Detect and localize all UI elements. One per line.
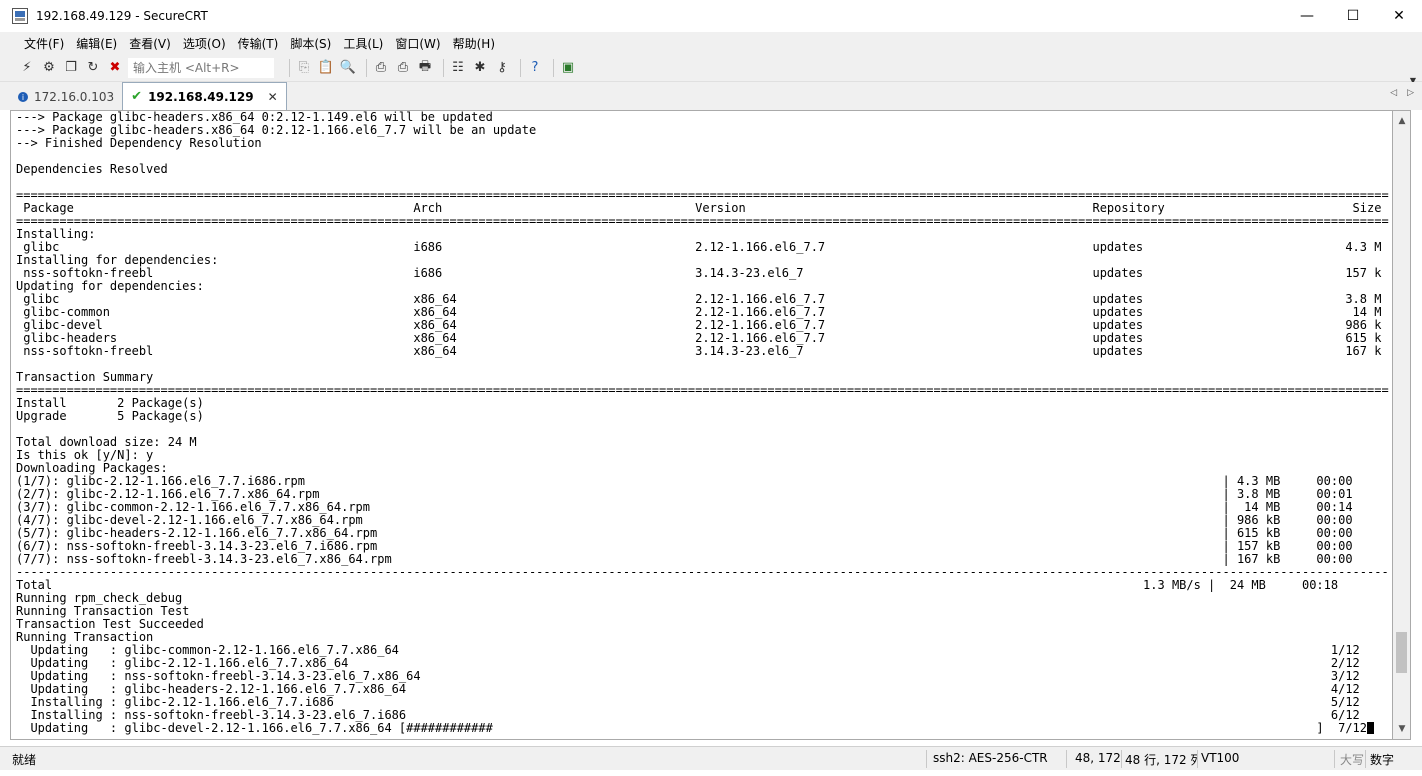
menu-bar: 文件(F) 编辑(E) 查看(V) 选项(O) 传输(T) 脚本(S) 工具(L… xyxy=(0,32,1422,54)
menu-help[interactable]: 帮助(H) xyxy=(447,35,501,52)
toolbar-separator xyxy=(443,58,444,77)
terminal-line: Transaction Test Succeeded xyxy=(16,617,204,631)
status-ready: 就绪 xyxy=(12,753,37,767)
toolbar-separator xyxy=(553,58,554,77)
terminal-line: Dependencies Resolved xyxy=(16,162,168,176)
window-controls: — ☐ ✕ xyxy=(1284,0,1422,32)
terminal-line: --> Finished Dependency Resolution xyxy=(16,136,262,150)
menu-options[interactable]: 选项(O) xyxy=(177,35,232,52)
toolbar-separator xyxy=(289,58,290,77)
window-title: 192.168.49.129 - SecureCRT xyxy=(36,9,208,23)
terminal-line: Is this ok [y/N]: y xyxy=(16,448,154,462)
tab-scroll-right-icon[interactable]: ▷ xyxy=(1407,88,1414,98)
terminal-screen[interactable]: ---> Package glibc-headers.x86_64 0:2.12… xyxy=(10,110,1393,740)
print-selection-icon[interactable]: ⎙ xyxy=(394,59,412,77)
session-tab-bar: i 172.16.0.103 ✔ 192.168.49.129 ✕ ◁ ▷ xyxy=(0,82,1422,110)
minimize-button[interactable]: — xyxy=(1284,0,1330,32)
tab-label: 192.168.49.129 xyxy=(148,89,254,104)
tab-close-icon[interactable]: ✕ xyxy=(268,90,278,104)
info-icon: i xyxy=(18,92,28,102)
close-button[interactable]: ✕ xyxy=(1376,0,1422,32)
terminal-line: Upgrade 5 Package(s) xyxy=(16,409,204,423)
status-divider xyxy=(1197,750,1198,768)
terminal-line: nss-softokn-freebl i686 3.14.3-23.el6_7 … xyxy=(16,266,1382,280)
status-bar: 就绪 ssh2: AES-256-CTR 48, 172 48 行, 172 列… xyxy=(0,746,1422,770)
quick-connect-icon[interactable]: ⚙ xyxy=(40,59,58,77)
terminal-line: Running rpm_check_debug xyxy=(16,591,183,605)
status-divider xyxy=(1066,750,1067,768)
status-caps-lock: 大写 xyxy=(1340,753,1365,767)
tab-label: 172.16.0.103 xyxy=(34,90,115,104)
status-divider xyxy=(1365,750,1366,768)
status-cursor-position: 48, 172 xyxy=(1075,751,1121,765)
status-num-lock: 数字 xyxy=(1370,753,1395,767)
menu-window[interactable]: 窗口(W) xyxy=(389,35,446,52)
tab-scroll-left-icon[interactable]: ◁ xyxy=(1390,88,1397,98)
connect-icon[interactable]: ⚡ xyxy=(18,59,36,77)
help-icon[interactable]: ? xyxy=(526,59,544,77)
print-screen-icon[interactable]: ⎙ xyxy=(372,59,390,77)
copy-icon[interactable]: ⎘ xyxy=(295,59,313,77)
scroll-down-icon[interactable]: ▼ xyxy=(1393,721,1411,737)
reconnect-icon[interactable]: ↻ xyxy=(84,59,102,77)
toolbar-separator xyxy=(366,58,367,77)
status-divider xyxy=(926,750,927,768)
status-terminal-type: VT100 xyxy=(1201,751,1240,765)
maximize-button[interactable]: ☐ xyxy=(1330,0,1376,32)
title-bar: 192.168.49.129 - SecureCRT — ☐ ✕ xyxy=(0,0,1422,32)
tab-session-2[interactable]: ✔ 192.168.49.129 ✕ xyxy=(122,82,287,110)
menu-script[interactable]: 脚本(S) xyxy=(284,35,337,52)
terminal-line: Running Transaction Test xyxy=(16,604,190,618)
global-options-icon[interactable]: ✱ xyxy=(471,59,489,77)
status-rows-cols: 48 行, 172 列 xyxy=(1125,753,1197,767)
terminal-cursor xyxy=(1367,722,1375,734)
scroll-up-icon[interactable]: ▲ xyxy=(1393,113,1411,129)
paste-icon[interactable]: 📋 xyxy=(317,59,335,77)
status-divider xyxy=(1334,750,1335,768)
disconnect-icon[interactable]: ✖ xyxy=(106,59,124,77)
terminal-line: ========================================… xyxy=(16,214,1389,228)
menu-tools[interactable]: 工具(L) xyxy=(337,35,389,52)
find-icon[interactable]: 🔍 xyxy=(339,59,357,77)
connected-check-icon: ✔ xyxy=(131,89,143,104)
menu-view[interactable]: 查看(V) xyxy=(123,35,177,52)
tab-navigation: ◁ ▷ xyxy=(1390,88,1414,98)
menu-edit[interactable]: 编辑(E) xyxy=(70,35,123,52)
print-icon[interactable]: 🖶 xyxy=(416,59,434,77)
terminal-line: Updating : glibc-devel-2.12-1.166.el6_7.… xyxy=(16,722,1389,735)
tab-session-1[interactable]: i 172.16.0.103 xyxy=(10,84,122,110)
terminal-line: Install 2 Package(s) xyxy=(16,396,204,410)
toolbar-separator xyxy=(520,58,521,77)
sftp-icon[interactable]: ▣ xyxy=(559,59,577,77)
terminal-line: nss-softokn-freebl x86_64 3.14.3-23.el6_… xyxy=(16,344,1382,358)
scrollbar-thumb[interactable] xyxy=(1396,631,1407,674)
terminal-scrollbar[interactable]: ▲ ▼ xyxy=(1393,110,1411,740)
host-input[interactable] xyxy=(128,57,274,78)
status-divider xyxy=(1121,750,1122,768)
menu-transfer[interactable]: 传输(T) xyxy=(232,35,285,52)
terminal-output: ---> Package glibc-headers.x86_64 0:2.12… xyxy=(16,111,1389,735)
terminal-line: Total 1.3 MB/s | 24 MB 00:18 xyxy=(16,578,1339,592)
status-protocol: ssh2: AES-256-CTR xyxy=(933,751,1048,765)
terminal-line: glibc i686 2.12-1.166.el6_7.7 updates 4.… xyxy=(16,240,1382,254)
menu-file[interactable]: 文件(F) xyxy=(18,35,70,52)
session-options-icon[interactable]: ☷ xyxy=(449,59,467,77)
terminal-line: Total download size: 24 M xyxy=(16,435,197,449)
securecrt-app-icon xyxy=(12,8,28,24)
connect-in-tab-icon[interactable]: ❐ xyxy=(62,59,80,77)
toolbar: ⚡ ⚙ ❐ ↻ ✖ ⎘ 📋 🔍 ⎙ ⎙ 🖶 ☷ ✱ ⚷ ? ▣ ▼ xyxy=(0,54,1422,85)
keymap-icon[interactable]: ⚷ xyxy=(493,59,511,77)
terminal-line: ========================================… xyxy=(16,383,1389,397)
